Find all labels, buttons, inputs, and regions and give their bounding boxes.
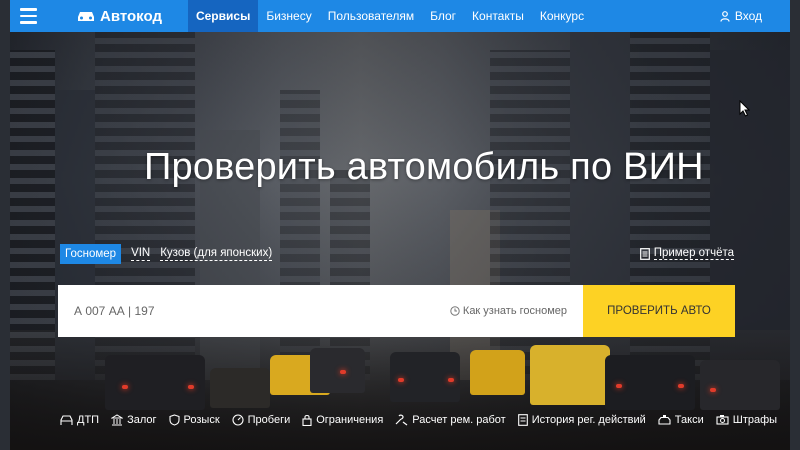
tab-body-number[interactable]: Кузов (для японских) xyxy=(160,247,273,261)
plate-help-link[interactable]: Как узнать госномер xyxy=(450,305,567,317)
service-label: ДТП xyxy=(77,414,100,426)
nav-item-services[interactable]: Сервисы xyxy=(187,0,259,32)
service-fines[interactable]: Штрафы xyxy=(716,414,777,426)
service-repair-estimate[interactable]: Расчет рем. работ xyxy=(395,414,506,426)
search-type-tabs: Госномер VIN Кузов (для японских) xyxy=(60,244,273,264)
service-label: Залог xyxy=(127,414,157,426)
menu-icon[interactable] xyxy=(10,0,46,32)
search-box: Как узнать госномер xyxy=(58,285,583,337)
speedometer-icon xyxy=(232,414,244,426)
logo[interactable]: Автокод xyxy=(76,0,162,32)
login-button[interactable]: Вход xyxy=(720,9,762,23)
sample-report-label: Пример отчёта xyxy=(653,247,734,260)
nav-item-blog[interactable]: Блог xyxy=(422,0,464,32)
service-wanted[interactable]: Розыск xyxy=(168,414,220,426)
service-mileage[interactable]: Пробеги xyxy=(232,414,291,426)
check-car-button[interactable]: ПРОВЕРИТЬ АВТО xyxy=(583,285,735,337)
mouse-cursor-icon xyxy=(739,100,750,117)
page: Автокод Сервисы Бизнесу Пользователям Бл… xyxy=(10,0,790,450)
nav-item-business[interactable]: Бизнесу xyxy=(258,0,319,32)
accident-icon xyxy=(60,415,73,425)
top-navbar: Автокод Сервисы Бизнесу Пользователям Бл… xyxy=(10,0,790,32)
user-icon xyxy=(720,10,730,22)
tab-vin[interactable]: VIN xyxy=(131,247,151,261)
shield-icon xyxy=(168,414,180,426)
service-label: Розыск xyxy=(183,414,220,426)
service-accidents[interactable]: ДТП xyxy=(60,414,99,426)
main-nav: Сервисы Бизнесу Пользователям Блог Конта… xyxy=(187,0,592,32)
service-label: Расчет рем. работ xyxy=(412,414,506,426)
service-registration-history[interactable]: История рег. действий xyxy=(517,414,646,426)
lock-icon xyxy=(302,414,312,426)
plate-help-label: Как узнать госномер xyxy=(462,305,567,317)
clock-icon xyxy=(450,306,460,316)
brand-name: Автокод xyxy=(100,7,162,25)
service-label: История рег. действий xyxy=(531,414,646,426)
service-pledge[interactable]: Залог xyxy=(111,414,157,426)
service-label: Такси xyxy=(674,414,704,426)
document-icon xyxy=(639,247,650,260)
camera-icon xyxy=(716,415,729,425)
page-title: Проверить автомобиль по ВИН xyxy=(144,146,704,188)
service-taxi[interactable]: Такси xyxy=(658,414,704,426)
service-label: Штрафы xyxy=(732,414,778,426)
login-label: Вход xyxy=(734,9,762,23)
service-restrictions[interactable]: Ограничения xyxy=(302,414,383,426)
bank-icon xyxy=(111,414,124,426)
car-logo-icon xyxy=(78,12,94,21)
document-icon xyxy=(517,414,528,426)
sample-report-link[interactable]: Пример отчёта xyxy=(639,247,734,260)
plate-number-input[interactable] xyxy=(74,304,354,318)
nav-item-contacts[interactable]: Контакты xyxy=(464,0,532,32)
tab-plate-number[interactable]: Госномер xyxy=(60,244,122,264)
service-label: Пробеги xyxy=(247,414,291,426)
repair-icon xyxy=(395,414,408,426)
nav-item-users[interactable]: Пользователям xyxy=(320,0,422,32)
search-form: Как узнать госномер ПРОВЕРИТЬ АВТО xyxy=(58,285,735,337)
services-list: ДТП Залог Розыск Пробеги Ограничения Рас… xyxy=(60,414,777,426)
nav-item-contest[interactable]: Конкурс xyxy=(532,0,592,32)
service-label: Ограничения xyxy=(316,414,384,426)
taxi-icon xyxy=(658,415,671,425)
